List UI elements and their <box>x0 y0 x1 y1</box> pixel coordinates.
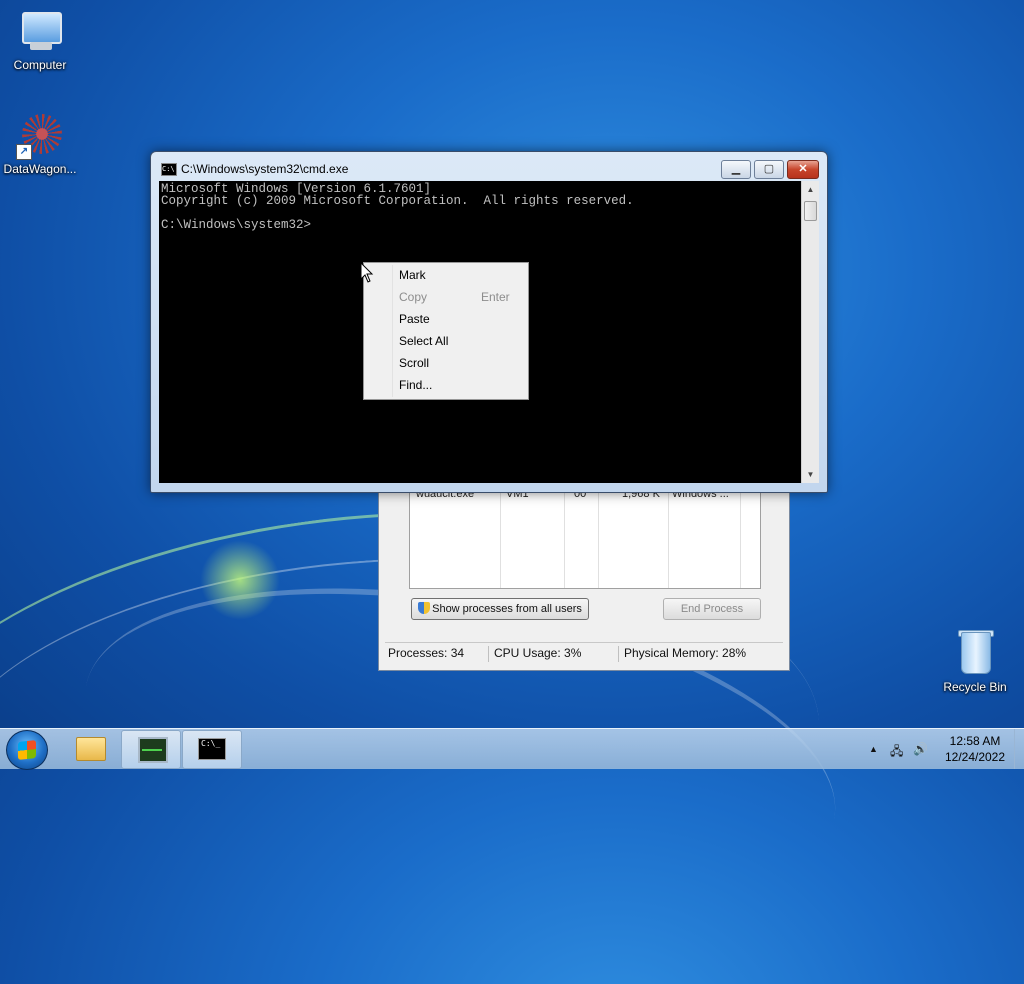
menu-item-select-all[interactable]: Select All <box>365 330 527 352</box>
scroll-up-icon[interactable]: ▲ <box>802 181 819 198</box>
desktop-icon-recycle-bin[interactable]: Recycle Bin <box>935 630 1015 694</box>
menu-item-label: Paste <box>399 312 430 326</box>
end-process-button[interactable]: End Process <box>663 598 761 620</box>
desktop-icon-label: DataWagon... <box>3 162 77 176</box>
network-icon[interactable]: 🖧 <box>890 742 903 763</box>
task-manager-window: wuauclt.exe VM1 00 1,968 K Windows ... S… <box>378 488 790 671</box>
menu-item-shortcut: Enter <box>481 290 510 304</box>
uac-shield-icon <box>418 602 431 614</box>
process-list[interactable]: wuauclt.exe VM1 00 1,968 K Windows ... <box>409 488 761 589</box>
menu-item-mark[interactable]: Mark <box>365 264 527 286</box>
scroll-thumb[interactable] <box>804 201 817 221</box>
taskbar-explorer-button[interactable] <box>60 730 118 767</box>
menu-item-scroll[interactable]: Scroll <box>365 352 527 374</box>
status-memory: Physical Memory: 28% <box>624 646 747 660</box>
status-bar: Processes: 34 CPU Usage: 3% Physical Mem… <box>385 642 783 665</box>
desktop-icon-computer[interactable]: Computer <box>0 8 80 72</box>
console-text: Microsoft Windows [Version 6.1.7601] Cop… <box>161 182 634 232</box>
taskbar-task-manager-button[interactable] <box>121 730 181 769</box>
wallpaper-glow <box>200 540 280 620</box>
button-label: Show processes from all users <box>432 603 582 615</box>
context-menu: Mark Copy Enter Paste Select All Scroll … <box>363 262 529 400</box>
windows-logo-icon <box>18 740 36 760</box>
volume-icon[interactable]: 🔊 <box>913 742 928 756</box>
cmd-icon: C:\_ <box>198 738 226 760</box>
vertical-scrollbar[interactable]: ▲ ▼ <box>801 181 819 483</box>
window-title: C:\Windows\system32\cmd.exe <box>181 162 349 176</box>
scroll-down-icon[interactable]: ▼ <box>802 466 819 483</box>
clock[interactable]: 12:58 AM 12/24/2022 <box>940 733 1010 765</box>
menu-item-copy[interactable]: Copy Enter <box>365 286 527 308</box>
clock-time: 12:58 AM <box>949 734 1001 748</box>
mouse-cursor-icon <box>360 262 374 283</box>
desktop-icon-label: Recycle Bin <box>943 680 1007 694</box>
clock-date: 12/24/2022 <box>944 750 1006 764</box>
menu-item-label: Scroll <box>399 356 430 370</box>
shortcut-arrow-icon: ↗ <box>16 144 32 160</box>
menu-item-label: Mark <box>399 268 426 282</box>
taskbar-cmd-button[interactable]: C:\_ <box>182 730 242 769</box>
cmd-title-icon[interactable]: C:\ <box>161 163 177 176</box>
show-all-processes-button[interactable]: Show processes from all users <box>411 598 589 620</box>
minimize-button[interactable]: ▁ <box>721 160 751 179</box>
menu-item-label: Select All <box>399 334 449 348</box>
computer-icon <box>16 8 64 56</box>
menu-item-label: Copy <box>399 290 428 304</box>
show-hidden-icons-icon[interactable]: ▲ <box>869 744 878 754</box>
start-button[interactable] <box>6 730 48 770</box>
menu-item-paste[interactable]: Paste <box>365 308 527 330</box>
menu-item-label: Find... <box>399 378 433 392</box>
title-bar[interactable]: C:\ C:\Windows\system32\cmd.exe ▁ ▢ ✕ <box>151 152 827 180</box>
recycle-bin-icon <box>951 630 999 678</box>
maximize-button[interactable]: ▢ <box>754 160 784 179</box>
status-processes: Processes: 34 <box>385 646 489 662</box>
status-cpu: CPU Usage: 3% <box>491 646 619 662</box>
taskbar: C:\_ ▲ 🖧 🔊 12:58 AM 12/24/2022 <box>0 728 1024 770</box>
menu-item-find[interactable]: Find... <box>365 374 527 396</box>
desktop-icon-datawagon[interactable]: ↗ DataWagon... <box>0 112 80 176</box>
desktop-icon-label: Computer <box>13 58 67 72</box>
close-button[interactable]: ✕ <box>787 160 819 179</box>
task-manager-icon <box>138 737 168 763</box>
datawagon-icon: ↗ <box>16 112 64 160</box>
show-desktop-button[interactable] <box>1014 729 1024 769</box>
folder-icon <box>76 737 106 761</box>
